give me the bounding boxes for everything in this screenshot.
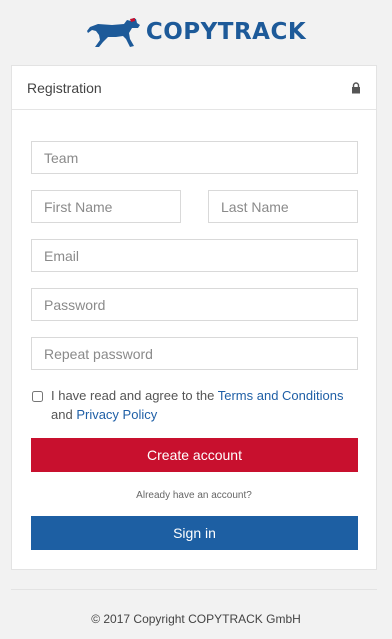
privacy-link[interactable]: Privacy Policy <box>76 407 157 422</box>
email-input[interactable] <box>31 239 358 272</box>
agree-and: and <box>51 407 77 422</box>
lock-icon <box>352 81 360 93</box>
create-account-button[interactable]: Create account <box>31 438 358 472</box>
password-input[interactable] <box>31 288 358 321</box>
last-name-input[interactable] <box>208 190 358 223</box>
dog-logo-icon <box>86 18 140 47</box>
agree-checkbox[interactable] <box>32 391 43 402</box>
repeat-password-input[interactable] <box>31 337 358 370</box>
terms-link[interactable]: Terms and Conditions <box>218 388 344 403</box>
already-have-account-text: Already have an account? <box>136 490 252 501</box>
header: COPYTRACK <box>0 0 392 64</box>
footer-copyright: © 2017 Copyright COPYTRACK GmbH <box>91 612 301 626</box>
sign-in-button[interactable]: Sign in <box>31 516 358 550</box>
copytrack-logo[interactable]: COPYTRACK <box>86 15 306 49</box>
brand-name: COPYTRACK <box>145 19 307 45</box>
card-header: Registration <box>12 66 376 110</box>
first-name-input[interactable] <box>31 190 181 223</box>
card-title: Registration <box>27 79 102 96</box>
agree-text: I have read and agree to the Terms and C… <box>51 386 351 424</box>
team-input[interactable] <box>31 141 358 174</box>
footer-divider <box>11 589 377 590</box>
agree-prefix: I have read and agree to the <box>51 388 218 403</box>
registration-card: Registration I have read and agree to th… <box>11 65 377 570</box>
